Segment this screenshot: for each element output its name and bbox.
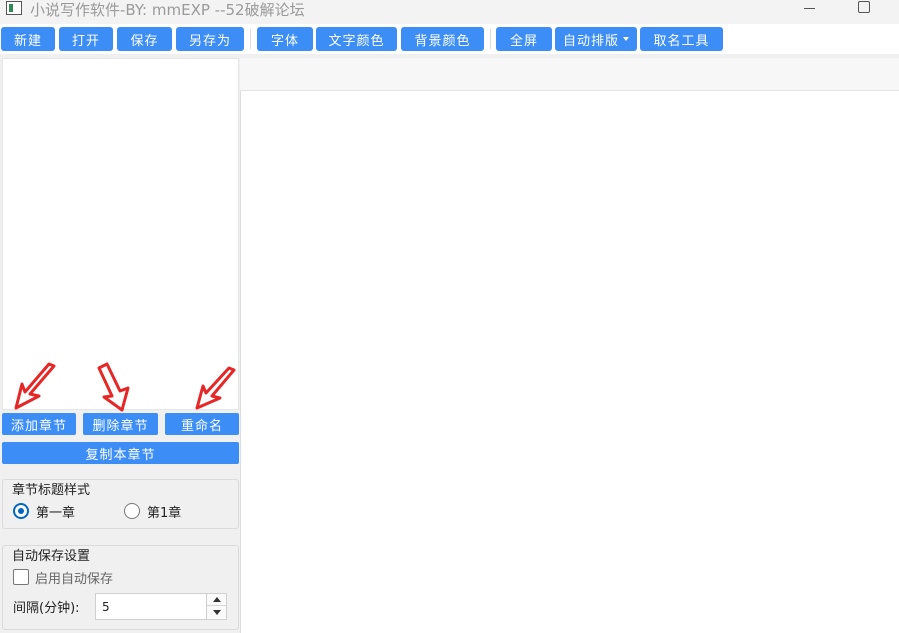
delete-chapter-button[interactable]: 删除章节	[83, 413, 158, 435]
open-button[interactable]: 打开	[59, 27, 113, 51]
chapter-list[interactable]	[2, 58, 239, 410]
fullscreen-button[interactable]: 全屏	[496, 27, 552, 51]
interval-spinbox[interactable]: 5	[95, 593, 227, 620]
editor-header	[240, 58, 899, 91]
interval-label: 间隔(分钟):	[13, 601, 80, 616]
annotation-arrow-icon	[97, 362, 130, 412]
title-style-radio-1[interactable]	[13, 503, 29, 519]
autosave-checkbox[interactable]	[13, 569, 29, 585]
auto-layout-label: 自动排版	[562, 33, 619, 49]
title-style-radio-2[interactable]	[124, 503, 140, 519]
annotation-arrow-icon	[195, 366, 236, 410]
arrow-up-icon	[212, 597, 221, 602]
text-editor[interactable]	[240, 91, 899, 633]
autosave-enable-label[interactable]: 启用自动保存	[35, 568, 113, 587]
new-button[interactable]: 新建	[1, 27, 55, 51]
spin-down-button[interactable]	[207, 606, 226, 618]
toolbar: 新建 打开 保存 另存为 字体 文字颜色 背景颜色 全屏 自动排版 取名工具	[0, 24, 899, 54]
auto-layout-dropdown[interactable]: 自动排版	[555, 27, 637, 51]
app-icon	[6, 1, 22, 15]
title-bar: 小说写作软件-BY: mmEXP --52破解论坛	[0, 0, 899, 24]
spin-up-button[interactable]	[207, 594, 226, 606]
chevron-down-icon	[623, 37, 629, 41]
minimize-icon[interactable]	[800, 0, 820, 16]
toolbar-separator	[490, 29, 491, 49]
naming-tool-button[interactable]: 取名工具	[640, 27, 723, 51]
text-color-button[interactable]: 文字颜色	[316, 27, 397, 51]
title-style-option-1[interactable]: 第一章	[36, 502, 75, 521]
spin-buttons	[206, 594, 226, 619]
title-style-group: 章节标题样式 第一章 第1章	[2, 479, 239, 529]
background-color-button[interactable]: 背景颜色	[401, 27, 484, 51]
title-style-group-label: 章节标题样式	[12, 483, 91, 498]
maximize-icon[interactable]	[853, 0, 873, 16]
interval-value[interactable]: 5	[102, 600, 110, 614]
copy-chapter-button[interactable]: 复制本章节	[2, 442, 239, 464]
font-button[interactable]: 字体	[257, 27, 313, 51]
save-as-button[interactable]: 另存为	[176, 27, 244, 51]
add-chapter-button[interactable]: 添加章节	[2, 413, 76, 435]
window-title: 小说写作软件-BY: mmEXP --52破解论坛	[30, 1, 305, 19]
rename-chapter-button[interactable]: 重命名	[165, 413, 239, 435]
toolbar-separator	[250, 29, 251, 49]
autosave-group-label: 自动保存设置	[12, 549, 91, 564]
save-button[interactable]: 保存	[117, 27, 172, 51]
title-style-option-2[interactable]: 第1章	[147, 502, 181, 521]
arrow-down-icon	[212, 609, 221, 615]
annotation-arrow-icon	[14, 362, 56, 410]
